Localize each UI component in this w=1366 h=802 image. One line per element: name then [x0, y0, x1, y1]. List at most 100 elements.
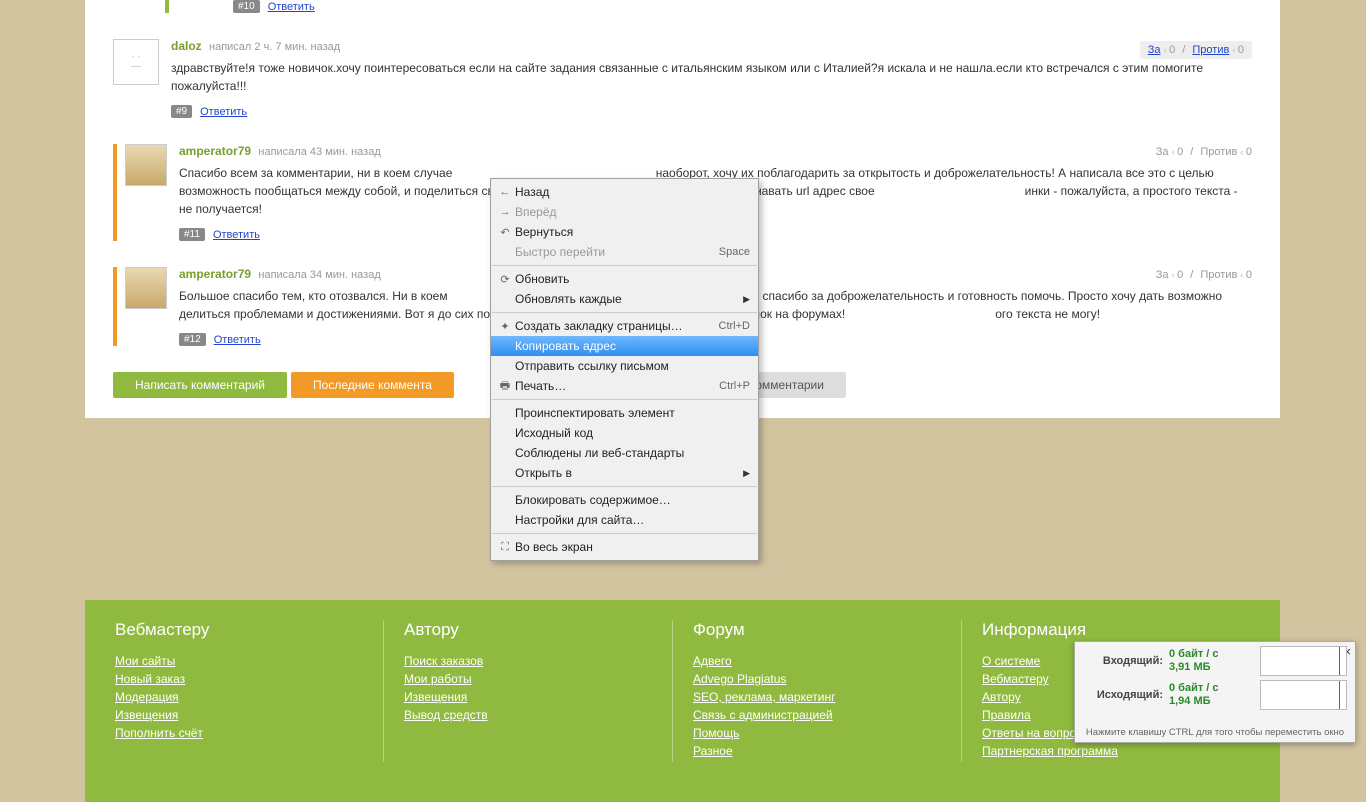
footer-col-webmaster: Вебмастеру Мои сайтыНовый заказМодерация…	[115, 620, 383, 762]
menu-label: Печать…	[515, 379, 719, 393]
menu-label: Открыть в	[515, 466, 750, 480]
menu-item[interactable]: Соблюдены ли веб-стандарты	[491, 443, 758, 463]
menu-item[interactable]: Обновлять каждые▶	[491, 289, 758, 309]
menu-item[interactable]: ✦Создать закладку страницы…Ctrl+D	[491, 316, 758, 336]
menu-label: Обновить	[515, 272, 750, 286]
comment-username[interactable]: amperator79	[179, 144, 251, 158]
vote-up-label[interactable]: За	[1156, 269, 1169, 281]
comment-tag: #9	[171, 105, 192, 118]
menu-icon: ↶	[495, 226, 515, 239]
footer-link[interactable]: Новый заказ	[115, 672, 363, 686]
footer-links: Мои сайты Новый заказ Модерация Извещения По…	[115, 654, 363, 740]
menu-label: Вперёд	[515, 205, 750, 219]
footer-link[interactable]: Извещения	[404, 690, 652, 704]
avatar[interactable]	[125, 267, 167, 309]
comment-tag: #11	[179, 228, 205, 241]
comment-header: daloz написал 2 ч. 7 мин. назад	[171, 39, 1252, 53]
submenu-arrow-icon: ▶	[743, 294, 750, 305]
footer-title: Информация	[982, 620, 1230, 640]
footer-link[interactable]: Модерация	[115, 690, 363, 704]
vote-up[interactable]: За	[1148, 44, 1161, 56]
comment-username[interactable]: amperator79	[179, 267, 251, 281]
context-menu[interactable]: ←Назад→Вперёд↶ВернутьсяБыстро перейтиSpa…	[490, 178, 759, 561]
menu-item[interactable]: Копировать адрес	[491, 336, 758, 356]
reply-link[interactable]: Ответить	[213, 229, 260, 241]
comment-tag: #12	[179, 333, 206, 346]
avatar[interactable]	[113, 39, 159, 85]
footer-link[interactable]: Адвего	[693, 654, 941, 668]
footer-link[interactable]: Поиск заказов	[404, 654, 652, 668]
menu-icon: ←	[495, 186, 515, 198]
menu-item[interactable]: ⟳Обновить	[491, 269, 758, 289]
vote-box: За ‹ 0 / Против ‹ 0	[1156, 269, 1252, 281]
vote-up-label[interactable]: За	[1156, 146, 1169, 158]
footer-col-author: Автору Поиск заказовМои работыИзвещенияВ…	[383, 620, 672, 762]
menu-label: Во весь экран	[515, 540, 750, 554]
footer-title: Форум	[693, 620, 941, 640]
menu-label: Настройки для сайта…	[515, 513, 750, 527]
menu-label: Блокировать содержимое…	[515, 493, 750, 507]
footer-link[interactable]: Связь с администрацией	[693, 708, 941, 722]
network-monitor[interactable]: × Входящий: 0 байт / с3,91 МБ Исходящий:…	[1074, 641, 1356, 743]
menu-item[interactable]: Исходный код	[491, 423, 758, 443]
comment-meta: написал 2 ч. 7 мин. назад	[209, 41, 340, 53]
comment-username[interactable]: daloz	[171, 39, 202, 53]
menu-icon: ⛶	[495, 541, 515, 554]
menu-icon: →	[495, 206, 515, 218]
tab-write-comment[interactable]: Написать комментарий	[113, 372, 287, 398]
reply-link[interactable]: Ответить	[214, 334, 261, 346]
menu-label: Создать закладку страницы…	[515, 319, 719, 333]
net-out-value: 0 байт / с1,94 МБ	[1169, 682, 1219, 708]
footer-link[interactable]: Мои сайты	[115, 654, 363, 668]
menu-item[interactable]: ⛶Во весь экран	[491, 537, 758, 557]
footer-link[interactable]: Помощь	[693, 726, 941, 740]
menu-item[interactable]: ←Назад	[491, 182, 758, 202]
footer-link[interactable]: Advego Plagiatus	[693, 672, 941, 686]
vote-down-label[interactable]: Против	[1200, 269, 1237, 281]
vote-down-label[interactable]: Против	[1200, 146, 1237, 158]
menu-label: Обновлять каждые	[515, 292, 750, 306]
menu-item: →Вперёд	[491, 202, 758, 222]
menu-item[interactable]: ↶Вернуться	[491, 222, 758, 242]
footer-link[interactable]: Партнерская программа	[982, 744, 1230, 758]
tab-latest-comments[interactable]: Последние коммента	[291, 372, 454, 398]
footer-link[interactable]: Вывод средств	[404, 708, 652, 722]
menu-shortcut: Ctrl+P	[719, 380, 750, 392]
menu-label: Быстро перейти	[515, 245, 719, 259]
reply-link[interactable]: Ответить	[200, 106, 247, 118]
footer-col-forum: Форум Адвего Advego Plagiatus SEO, реклама…	[672, 620, 961, 762]
menu-item[interactable]: 🖶Печать…Ctrl+P	[491, 376, 758, 396]
vote-box: За ‹ 0 / Против ‹ 0	[1140, 41, 1252, 59]
footer-link[interactable]: SEO, реклама, маркетинг	[693, 690, 941, 704]
net-out-graph	[1260, 680, 1347, 710]
menu-label: Отправить ссылку письмом	[515, 359, 750, 373]
footer-link[interactable]: Пополнить счёт	[115, 726, 363, 740]
menu-item[interactable]: Настройки для сайта…	[491, 510, 758, 530]
comment-text: здравствуйте!я тоже новичок.хочу поинтер…	[171, 59, 1252, 95]
comment-accent	[113, 144, 117, 241]
footer-link[interactable]: Мои работы	[404, 672, 652, 686]
comment-accent	[113, 267, 117, 346]
menu-item[interactable]: Открыть в▶	[491, 463, 758, 483]
vote-down[interactable]: Против	[1192, 44, 1229, 56]
net-in-label: Входящий:	[1083, 655, 1163, 667]
comment-footer: #9 Ответить	[171, 105, 1252, 118]
menu-item[interactable]: Отправить ссылку письмом	[491, 356, 758, 376]
submenu-arrow-icon: ▶	[743, 468, 750, 479]
net-hint: Нажмите клавишу CTRL для того чтобы пере…	[1083, 727, 1347, 738]
comment-header: amperator79 написала 43 мин. назад	[179, 144, 1252, 158]
menu-item[interactable]: Проинспектировать элемент	[491, 403, 758, 423]
comment-meta: написала 34 мин. назад	[258, 269, 380, 281]
avatar[interactable]	[125, 144, 167, 186]
net-in-graph	[1260, 646, 1347, 676]
menu-item[interactable]: Блокировать содержимое…	[491, 490, 758, 510]
footer-link[interactable]: Извещения	[115, 708, 363, 722]
comment-meta: написала 43 мин. назад	[258, 146, 380, 158]
net-out-label: Исходящий:	[1083, 689, 1163, 701]
comment-footer: #10 Ответить	[233, 0, 1252, 13]
footer-link[interactable]: Разное	[693, 744, 941, 758]
comment-9: daloz написал 2 ч. 7 мин. назад здравств…	[113, 39, 1252, 118]
footer-links: Адвего Advego Plagiatus SEO, реклама, марк…	[693, 654, 941, 758]
reply-link[interactable]: Ответить	[268, 1, 315, 13]
menu-label: Вернуться	[515, 225, 750, 239]
